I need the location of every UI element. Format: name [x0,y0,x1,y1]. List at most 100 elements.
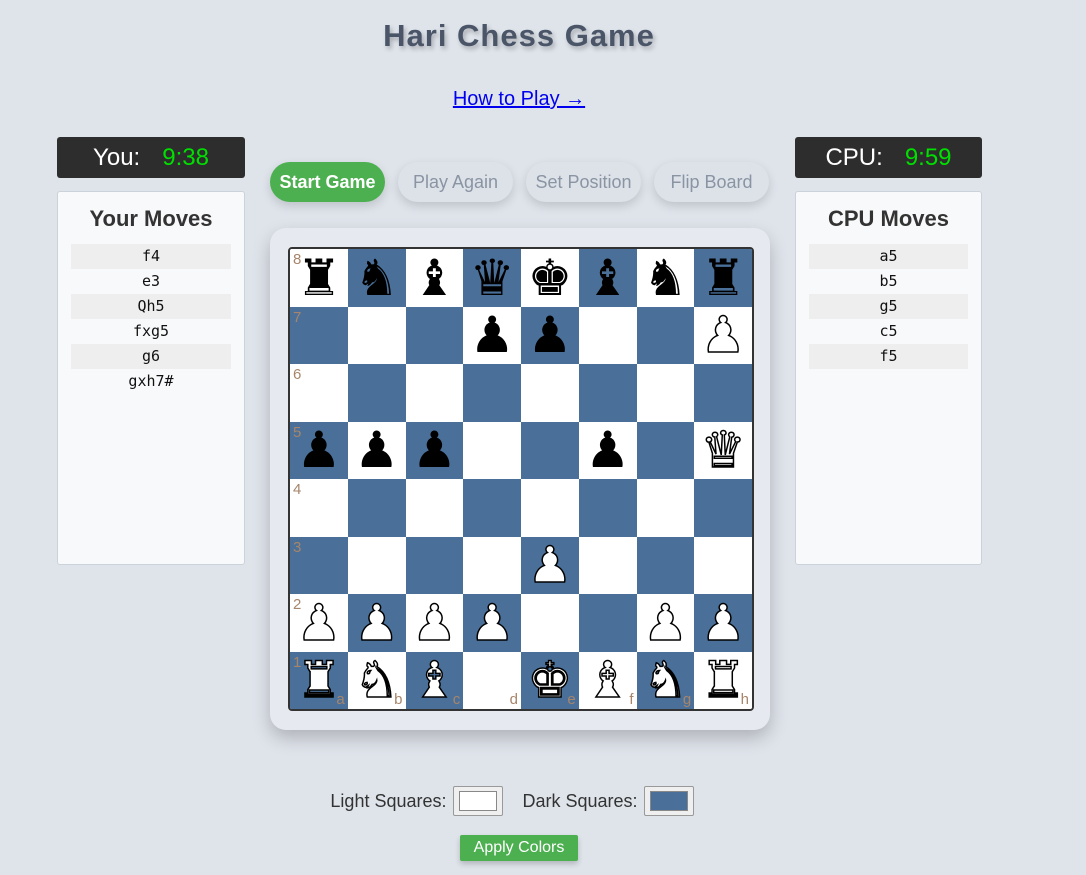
white-pawn-icon[interactable]: ♟ [642,597,688,649]
square-c1[interactable]: c ♝ [405,651,464,709]
black-knight-icon[interactable]: ♞ [643,253,688,303]
square-f6[interactable] [578,364,637,422]
light-color-picker[interactable] [452,786,503,816]
square-f7[interactable] [578,306,637,364]
black-queen-icon[interactable]: ♛ [470,253,515,303]
square-h7[interactable]: ♟ [694,306,752,364]
square-a3[interactable]: 3 [290,536,348,594]
square-a1[interactable]: 1 a ♜ [290,651,348,709]
square-e7[interactable]: ♟ [521,306,579,364]
square-e6[interactable] [521,364,579,422]
square-g2[interactable]: ♟ [636,594,695,652]
square-f8[interactable]: ♝ [578,249,637,307]
square-a6[interactable]: 6 [290,364,348,422]
white-knight-icon[interactable]: ♞ [353,655,399,707]
square-d4[interactable] [463,479,521,537]
white-king-icon[interactable]: ♚ [527,655,573,707]
square-b6[interactable] [347,364,406,422]
white-pawn-icon[interactable]: ♟ [296,597,342,649]
square-b1[interactable]: b ♞ [347,651,406,709]
chess-board[interactable]: 8 ♜ ♞ ♝ ♛ ♚ ♝ ♞ ♜ 7 ♟ ♟ ♟ 6 5 ♟ ♟ ♟ ♟ ♛ 4 3 ♟ 2 ♟ ♟ ♟ ♟ ♟ ♟ 1 a ♜ b ♞ c ♝ d e ♚… [288,247,754,711]
square-h3[interactable] [694,536,752,594]
black-rook-icon[interactable]: ♜ [701,253,746,303]
square-g8[interactable]: ♞ [636,249,695,307]
square-d3[interactable] [463,536,521,594]
white-pawn-icon[interactable]: ♟ [411,597,457,649]
square-b5[interactable]: ♟ [347,421,406,479]
square-b7[interactable] [347,306,406,364]
square-c8[interactable]: ♝ [405,249,464,307]
square-d5[interactable] [463,421,521,479]
flip-board-button[interactable]: Flip Board [654,162,769,202]
black-bishop-icon[interactable]: ♝ [585,253,630,303]
white-pawn-icon[interactable]: ♟ [527,540,573,592]
square-h8[interactable]: ♜ [694,249,752,307]
square-a7[interactable]: 7 [290,306,348,364]
white-knight-icon[interactable]: ♞ [642,655,688,707]
square-c4[interactable] [405,479,464,537]
white-rook-icon[interactable]: ♜ [296,655,342,707]
square-h5[interactable]: ♛ [694,421,752,479]
square-e2[interactable] [521,594,579,652]
square-a4[interactable]: 4 [290,479,348,537]
square-g6[interactable] [636,364,695,422]
white-bishop-icon[interactable]: ♝ [411,655,457,707]
how-to-play-link[interactable]: How to Play → [453,88,585,110]
square-b3[interactable] [347,536,406,594]
dark-color-picker[interactable] [643,786,694,816]
black-pawn-icon[interactable]: ♟ [470,310,515,360]
square-d8[interactable]: ♛ [463,249,521,307]
black-pawn-icon[interactable]: ♟ [296,425,341,475]
square-a5[interactable]: 5 ♟ [290,421,348,479]
white-queen-icon[interactable]: ♛ [700,425,746,477]
black-pawn-icon[interactable]: ♟ [412,425,457,475]
square-h2[interactable]: ♟ [694,594,752,652]
square-c5[interactable]: ♟ [405,421,464,479]
black-king-icon[interactable]: ♚ [527,253,572,303]
square-g1[interactable]: g ♞ [636,651,695,709]
square-h6[interactable] [694,364,752,422]
square-g4[interactable] [636,479,695,537]
square-e8[interactable]: ♚ [521,249,579,307]
square-b2[interactable]: ♟ [347,594,406,652]
white-pawn-icon[interactable]: ♟ [469,597,515,649]
square-c6[interactable] [405,364,464,422]
square-d6[interactable] [463,364,521,422]
black-rook-icon[interactable]: ♜ [296,253,341,303]
white-rook-icon[interactable]: ♜ [700,655,746,707]
square-d1[interactable]: d [463,651,521,709]
square-g3[interactable] [636,536,695,594]
white-pawn-icon[interactable]: ♟ [353,597,399,649]
square-a2[interactable]: 2 ♟ [290,594,348,652]
black-pawn-icon[interactable]: ♟ [527,310,572,360]
square-b8[interactable]: ♞ [347,249,406,307]
square-c2[interactable]: ♟ [405,594,464,652]
square-c7[interactable] [405,306,464,364]
square-c3[interactable] [405,536,464,594]
black-pawn-icon[interactable]: ♟ [354,425,399,475]
square-e3[interactable]: ♟ [521,536,579,594]
square-f3[interactable] [578,536,637,594]
square-g7[interactable] [636,306,695,364]
white-pawn-icon[interactable]: ♟ [700,597,746,649]
square-d7[interactable]: ♟ [463,306,521,364]
square-f2[interactable] [578,594,637,652]
start-game-button[interactable]: Start Game [270,162,385,202]
black-pawn-icon[interactable]: ♟ [585,425,630,475]
square-f1[interactable]: f ♝ [578,651,637,709]
white-pawn-icon[interactable]: ♟ [700,310,746,362]
black-bishop-icon[interactable]: ♝ [412,253,457,303]
black-knight-icon[interactable]: ♞ [354,253,399,303]
apply-colors-button[interactable]: Apply Colors [460,835,578,861]
square-a8[interactable]: 8 ♜ [290,249,348,307]
square-e5[interactable] [521,421,579,479]
square-d2[interactable]: ♟ [463,594,521,652]
square-b4[interactable] [347,479,406,537]
square-e1[interactable]: e ♚ [521,651,579,709]
square-h4[interactable] [694,479,752,537]
square-g5[interactable] [636,421,695,479]
square-f5[interactable]: ♟ [578,421,637,479]
play-again-button[interactable]: Play Again [398,162,513,202]
set-position-button[interactable]: Set Position [526,162,641,202]
square-f4[interactable] [578,479,637,537]
